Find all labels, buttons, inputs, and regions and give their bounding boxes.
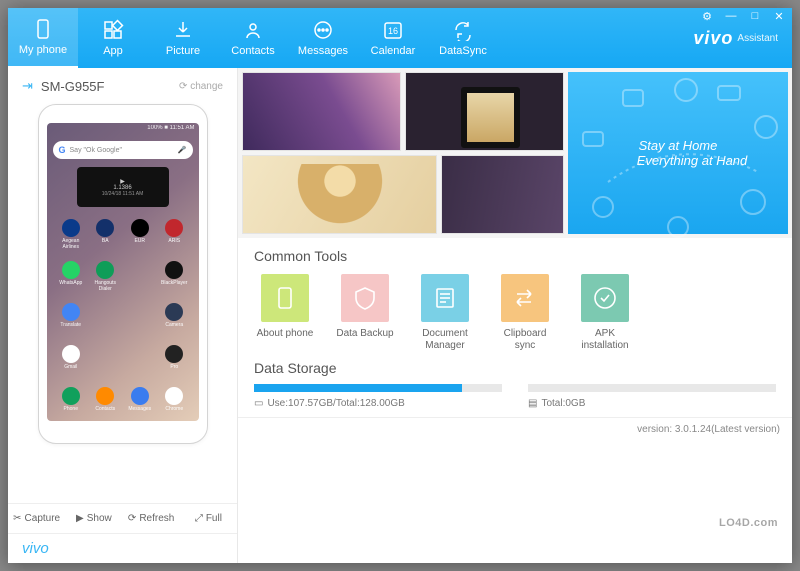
nav-my-phone[interactable]: My phone xyxy=(8,8,78,68)
main-panel: Stay at Home Everything at Hand Common T… xyxy=(238,68,792,563)
calendar-icon: 16 xyxy=(382,19,404,41)
tool-about-phone[interactable]: About phone xyxy=(254,274,316,352)
nav-app[interactable]: App xyxy=(78,8,148,68)
nav-picture[interactable]: Picture xyxy=(148,8,218,68)
watermark: LO4D.com xyxy=(719,517,778,529)
svg-text:16: 16 xyxy=(388,26,398,36)
google-search-bar: GSay "Ok Google"🎤 xyxy=(53,141,193,159)
change-device-link[interactable]: ⟳ change xyxy=(179,81,223,92)
device-header: ⇥ SM-G955F ⟳ change xyxy=(8,68,237,100)
sd-icon: ▤ xyxy=(528,398,537,409)
sync-icon xyxy=(452,19,474,41)
version-text: version: 3.0.1.24(Latest version) xyxy=(637,424,780,435)
gallery-tile[interactable] xyxy=(242,72,401,151)
tool-clipboard-sync[interactable]: Clipboard sync xyxy=(494,274,556,352)
phone-status-bar: 100% ■ 11:51 AM xyxy=(147,125,194,131)
status-footer: version: 3.0.1.24(Latest version) xyxy=(238,417,792,441)
capture-button[interactable]: ✂Capture xyxy=(8,504,65,533)
storage-label: Total:0GB xyxy=(541,398,585,409)
internal-storage: ▭ Use:107.57GB/Total:128.00GB xyxy=(254,384,502,409)
common-tools-section: Common Tools About phone Data Backup Docum… xyxy=(238,238,792,356)
phone-icon xyxy=(32,18,54,40)
brand-logo: vivoAssistant xyxy=(693,8,778,68)
sidebar-actions: ✂Capture ▶Show ⟳Refresh ⤢Full xyxy=(8,503,237,533)
tool-document-manager[interactable]: Document Manager xyxy=(414,274,476,352)
nav-label: Calendar xyxy=(371,45,416,57)
nav-label: My phone xyxy=(19,44,67,56)
tool-apk-installation[interactable]: APK installation xyxy=(574,274,636,352)
nav-calendar[interactable]: 16 Calendar xyxy=(358,8,428,68)
external-storage: ▤ Total:0GB xyxy=(528,384,776,409)
phone-frame: 100% ■ 11:51 AM GSay "Ok Google"🎤 ▶ 1.13… xyxy=(38,104,208,444)
storage-bar xyxy=(528,384,776,392)
main-body: ⇥ SM-G955F ⟳ change 100% ■ 11:51 AM GSay… xyxy=(8,68,792,563)
section-title: Data Storage xyxy=(254,360,776,376)
nav-label: Picture xyxy=(166,45,200,57)
storage-label: Use:107.57GB/Total:128.00GB xyxy=(267,398,404,409)
tool-data-backup[interactable]: Data Backup xyxy=(334,274,396,352)
top-navbar: ⚙ — □ ✕ My phone App Picture Contacts Me… xyxy=(8,8,792,68)
promo-banner[interactable]: Stay at Home Everything at Hand xyxy=(568,72,788,234)
home-apps-grid: Aegean AirlinesBAEURARISWhatsAppHangouts… xyxy=(55,219,191,413)
data-storage-section: Data Storage ▭ Use:107.57GB/Total:128.00G… xyxy=(238,356,792,417)
show-button[interactable]: ▶Show xyxy=(65,504,122,533)
phone-preview-wrap: 100% ■ 11:51 AM GSay "Ok Google"🎤 ▶ 1.13… xyxy=(8,100,237,503)
vivo-logo: vivo xyxy=(8,533,237,563)
nav-datasync[interactable]: DataSync xyxy=(428,8,498,68)
contacts-icon xyxy=(242,19,264,41)
nav-messages[interactable]: Messages xyxy=(288,8,358,68)
nav-contacts[interactable]: Contacts xyxy=(218,8,288,68)
fullscreen-button[interactable]: ⤢Full xyxy=(180,504,237,533)
device-name: SM-G955F xyxy=(41,79,105,94)
gallery-tile[interactable] xyxy=(441,155,564,234)
download-icon xyxy=(172,19,194,41)
app-window: ⚙ — □ ✕ My phone App Picture Contacts Me… xyxy=(8,8,792,563)
apps-icon xyxy=(102,19,124,41)
usb-icon: ⇥ xyxy=(22,78,33,94)
home-widget: ▶ 1.1386 10/24/18 11:51 AM xyxy=(77,167,169,207)
promo-icons-ring xyxy=(568,72,788,242)
gallery-tile[interactable] xyxy=(405,72,564,151)
gallery-row: Stay at Home Everything at Hand xyxy=(238,68,792,238)
storage-bar xyxy=(254,384,502,392)
nav-label: App xyxy=(103,45,123,57)
gallery-tile[interactable] xyxy=(242,155,437,234)
phone-screen[interactable]: 100% ■ 11:51 AM GSay "Ok Google"🎤 ▶ 1.13… xyxy=(47,123,199,421)
disk-icon: ▭ xyxy=(254,398,263,409)
nav-label: Messages xyxy=(298,45,348,57)
device-sidebar: ⇥ SM-G955F ⟳ change 100% ■ 11:51 AM GSay… xyxy=(8,68,238,563)
tools-row: About phone Data Backup Document Manager Cl… xyxy=(254,274,776,352)
messages-icon xyxy=(312,19,334,41)
section-title: Common Tools xyxy=(254,248,776,264)
refresh-button[interactable]: ⟳Refresh xyxy=(123,504,180,533)
nav-label: DataSync xyxy=(439,45,487,57)
nav-label: Contacts xyxy=(231,45,274,57)
